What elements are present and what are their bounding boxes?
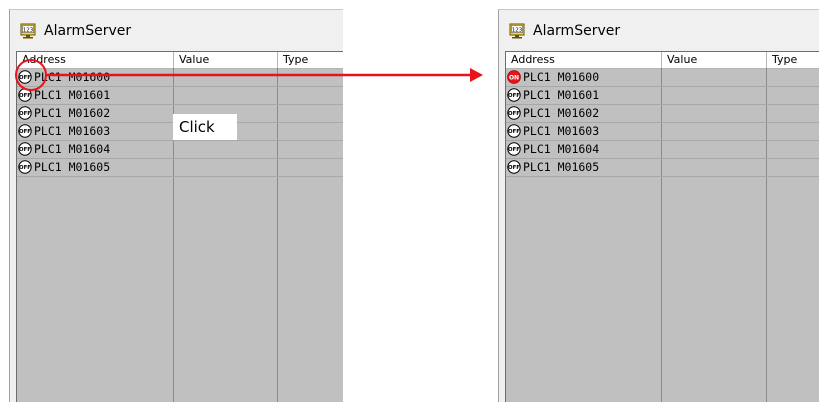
off-badge-icon: OFF <box>18 106 32 120</box>
arrow-head-icon <box>470 68 483 82</box>
off-badge-icon: OFF <box>507 142 521 156</box>
svg-text:OFF: OFF <box>19 111 31 117</box>
column-header-type[interactable]: Type <box>767 52 819 68</box>
svg-text:123: 123 <box>512 27 523 33</box>
svg-text:OFF: OFF <box>508 93 520 99</box>
list-item[interactable]: OFF PLC1 M01605 <box>17 159 343 177</box>
title-bar: 123 AlarmServer <box>10 10 343 48</box>
list-item[interactable]: OFF PLC1 M01600 <box>17 69 343 87</box>
list-item[interactable]: OFF PLC1 M01601 <box>17 87 343 105</box>
svg-text:OFF: OFF <box>19 93 31 99</box>
list-item[interactable]: ON PLC1 M01600 <box>506 69 819 87</box>
alarmserver-window-before: 123 AlarmServer Address Value Type OFF P… <box>9 9 343 402</box>
address-cell: PLC1 M01604 <box>523 142 600 156</box>
svg-text:OFF: OFF <box>19 75 31 81</box>
address-cell: PLC1 M01602 <box>34 106 111 120</box>
list-item[interactable]: OFF PLC1 M01602 <box>506 105 819 123</box>
list-header: Address Value Type <box>17 52 343 69</box>
svg-text:OFF: OFF <box>19 147 31 153</box>
svg-text:OFF: OFF <box>19 165 31 171</box>
column-header-type[interactable]: Type <box>278 52 343 68</box>
monitor-123-icon: 123 <box>509 23 525 39</box>
svg-text:123: 123 <box>23 27 34 33</box>
address-cell: PLC1 M01605 <box>34 160 111 174</box>
address-cell: PLC1 M01605 <box>523 160 600 174</box>
svg-text:OFF: OFF <box>19 129 31 135</box>
off-badge-icon: OFF <box>18 88 32 102</box>
window-title: AlarmServer <box>44 23 132 39</box>
column-header-value[interactable]: Value <box>174 52 278 68</box>
off-badge-icon: OFF <box>18 160 32 174</box>
list-header: Address Value Type <box>506 52 819 69</box>
alarm-list[interactable]: Address Value Type ON PLC1 M01600 OFF PL… <box>505 51 819 402</box>
window-title: AlarmServer <box>533 23 621 39</box>
address-cell: PLC1 M01601 <box>34 88 111 102</box>
off-badge-icon: OFF <box>18 142 32 156</box>
alarmserver-window-after: 123 AlarmServer Address Value Type ON PL… <box>498 9 819 402</box>
list-item[interactable]: OFF PLC1 M01601 <box>506 87 819 105</box>
address-cell: PLC1 M01603 <box>523 124 600 138</box>
svg-text:ON: ON <box>509 74 519 81</box>
column-header-address[interactable]: Address <box>506 52 662 68</box>
svg-text:OFF: OFF <box>508 147 520 153</box>
off-badge-icon: OFF <box>18 70 32 84</box>
address-cell: PLC1 M01600 <box>34 70 111 84</box>
off-badge-icon: OFF <box>18 124 32 138</box>
column-header-value[interactable]: Value <box>662 52 767 68</box>
on-badge-icon: ON <box>507 70 521 84</box>
monitor-123-icon: 123 <box>20 23 36 39</box>
off-badge-icon: OFF <box>507 124 521 138</box>
svg-text:OFF: OFF <box>508 165 520 171</box>
list-item[interactable]: OFF PLC1 M01604 <box>506 141 819 159</box>
click-callout: Click <box>173 114 237 140</box>
address-cell: PLC1 M01603 <box>34 124 111 138</box>
list-item[interactable]: OFF PLC1 M01605 <box>506 159 819 177</box>
address-cell: PLC1 M01601 <box>523 88 600 102</box>
svg-text:OFF: OFF <box>508 129 520 135</box>
off-badge-icon: OFF <box>507 160 521 174</box>
column-header-address[interactable]: Address <box>17 52 174 68</box>
title-bar: 123 AlarmServer <box>499 10 819 48</box>
address-cell: PLC1 M01602 <box>523 106 600 120</box>
off-badge-icon: OFF <box>507 88 521 102</box>
svg-text:OFF: OFF <box>508 111 520 117</box>
alarm-list[interactable]: Address Value Type OFF PLC1 M01600 OFF P… <box>16 51 343 402</box>
address-cell: PLC1 M01600 <box>523 70 600 84</box>
off-badge-icon: OFF <box>507 106 521 120</box>
list-item[interactable]: OFF PLC1 M01603 <box>506 123 819 141</box>
list-item[interactable]: OFF PLC1 M01604 <box>17 141 343 159</box>
address-cell: PLC1 M01604 <box>34 142 111 156</box>
